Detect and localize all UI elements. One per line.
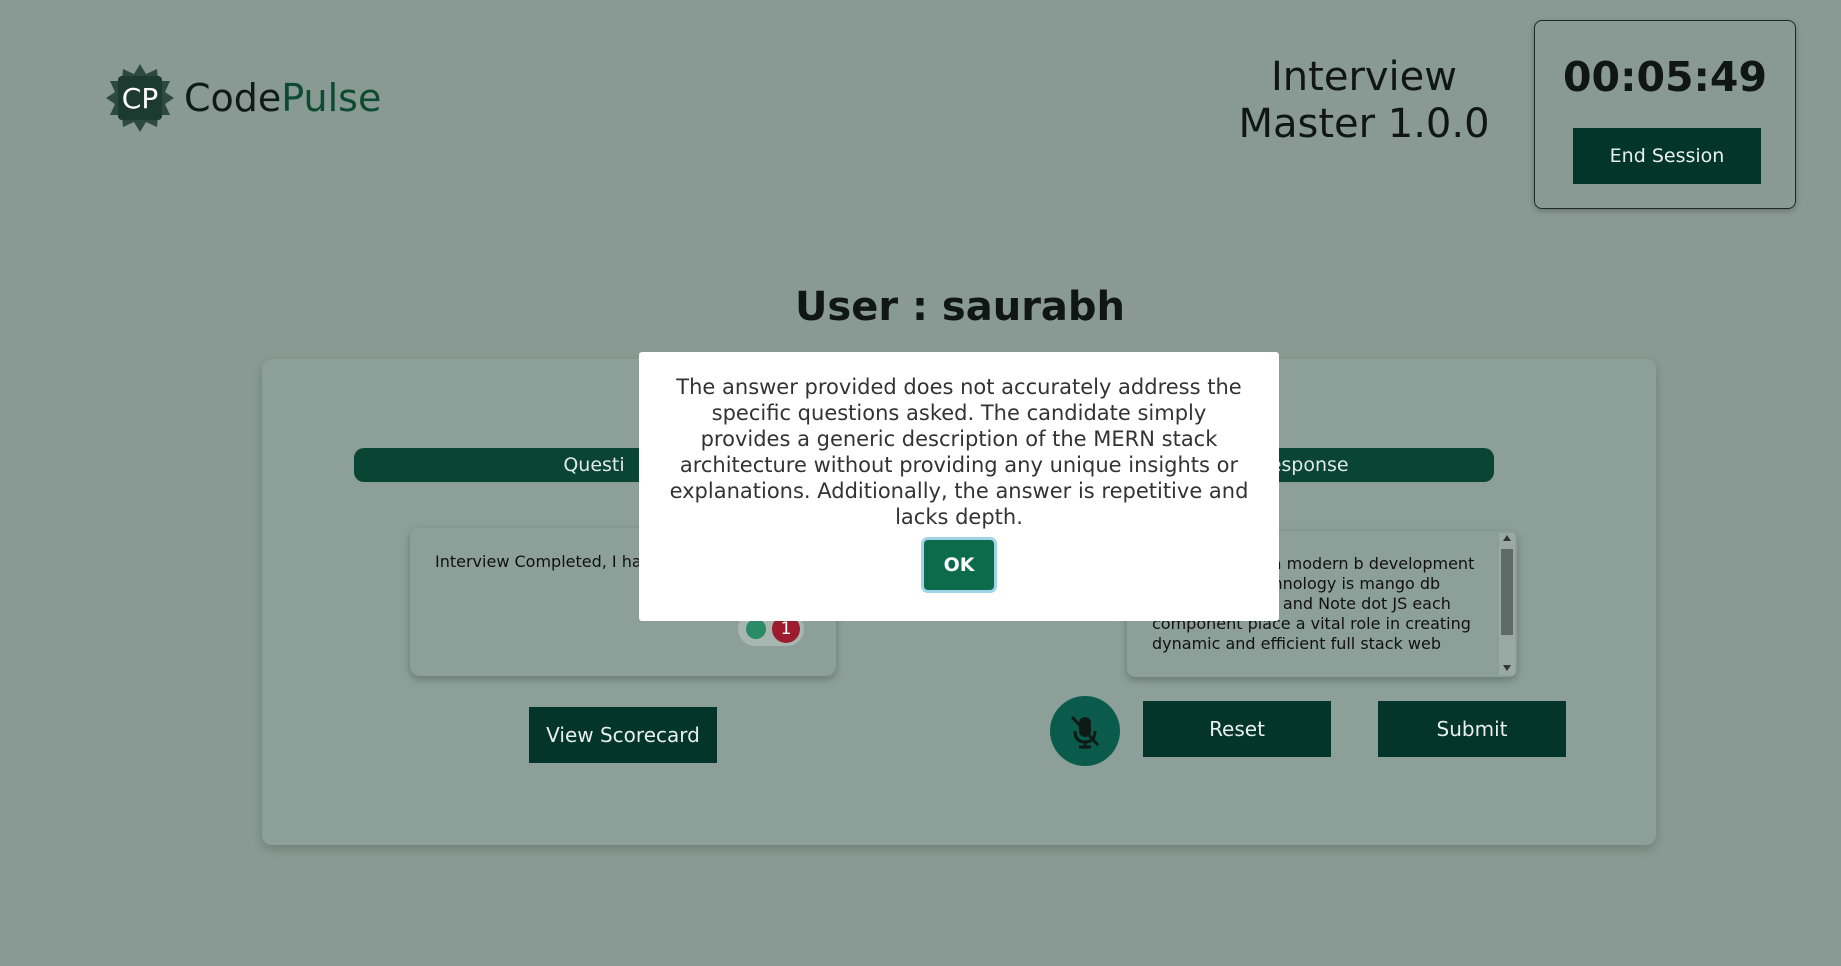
logo-name-primary: Code bbox=[184, 76, 282, 120]
app-title: Interview Master 1.0.0 bbox=[1238, 54, 1490, 147]
session-timer: 00:05:49 bbox=[1563, 53, 1767, 101]
mic-toggle-button[interactable] bbox=[1050, 696, 1120, 766]
logo: CP CodePulse bbox=[106, 64, 381, 132]
user-label: User : saurabh bbox=[794, 284, 1126, 330]
scroll-up-arrow-icon[interactable] bbox=[1503, 535, 1511, 541]
logo-name: CodePulse bbox=[184, 76, 381, 120]
grammar-icon[interactable] bbox=[746, 619, 766, 639]
timer-box: 00:05:49 End Session bbox=[1534, 20, 1796, 209]
mic-off-icon bbox=[1070, 715, 1100, 749]
view-scorecard-button[interactable]: View Scorecard bbox=[529, 707, 717, 763]
ok-button[interactable]: OK bbox=[924, 540, 994, 590]
scroll-down-arrow-icon[interactable] bbox=[1503, 665, 1511, 671]
scroll-thumb[interactable] bbox=[1501, 549, 1513, 635]
question-header-label: Questi bbox=[563, 454, 625, 476]
response-scrollbar[interactable] bbox=[1499, 533, 1515, 675]
feedback-message: The answer provided does not accurately … bbox=[669, 375, 1249, 529]
feedback-dialog: The answer provided does not accurately … bbox=[639, 352, 1279, 621]
logo-name-accent: Pulse bbox=[281, 76, 382, 120]
end-session-button[interactable]: End Session bbox=[1573, 128, 1761, 184]
logo-badge-icon: CP bbox=[106, 64, 174, 132]
reset-button[interactable]: Reset bbox=[1143, 701, 1331, 757]
logo-initials: CP bbox=[121, 81, 159, 115]
submit-button[interactable]: Submit bbox=[1378, 701, 1566, 757]
